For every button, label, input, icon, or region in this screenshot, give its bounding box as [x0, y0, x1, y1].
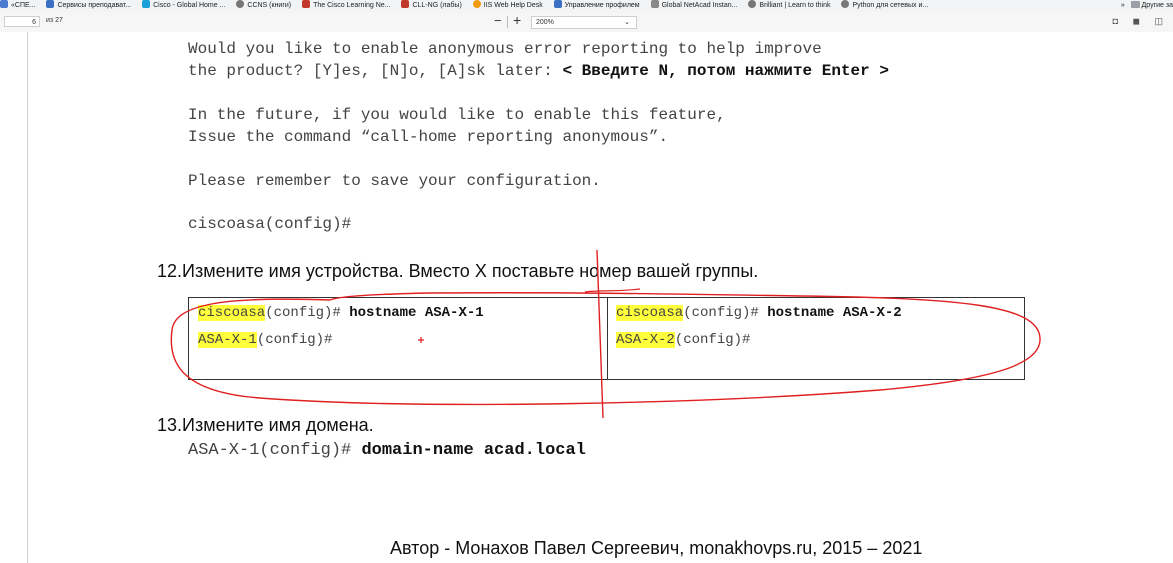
table-divider	[607, 298, 608, 379]
cisco-icon	[650, 0, 659, 8]
code-line: ciscoasa(config)#	[188, 215, 352, 233]
code-line: the product? [Y]es, [N]o, [A]sk later: <…	[188, 62, 889, 80]
author-footer: Автор - Монахов Павел Сергеевич, monakho…	[390, 538, 923, 558]
zoom-select[interactable]: 200% ⌄	[531, 16, 637, 29]
other-bookmarks[interactable]: Другие за	[1142, 2, 1173, 9]
bookmark-item[interactable]: «СПЕ...	[0, 0, 35, 11]
table-cell-line: ASA-X-1(config)#	[198, 332, 333, 348]
pdf-toolbar: 6 из 27 − + 200% ⌄ ◘ ◼ ◫	[0, 12, 1173, 33]
zoom-in-button[interactable]: +	[513, 13, 521, 28]
highlighted-hostname: ciscoasa	[198, 305, 266, 321]
table-cell-line: ciscoasa(config)# hostname ASA-X-2	[616, 305, 902, 321]
highlighted-hostname: ASA-X-1	[198, 332, 257, 348]
highlighted-hostname: ciscoasa	[616, 305, 684, 321]
bookmark-item[interactable]: Brilliant | Learn to think	[748, 0, 831, 11]
page-total: из 27	[46, 17, 63, 24]
bookmark-item[interactable]: The Cisco Learning Ne...	[302, 0, 391, 11]
step-number: 13.	[157, 415, 183, 435]
code-line: Issue the command “call-home reporting a…	[188, 128, 669, 146]
step-text: Измените имя устройства. Вместо X постав…	[182, 261, 759, 281]
command-text: hostname ASA-X-2	[767, 305, 902, 321]
page-edge	[27, 32, 28, 563]
bookmark-item[interactable]: IIS Web Help Desk	[472, 0, 543, 11]
help-icon	[472, 0, 481, 8]
chevron-down-icon: ⌄	[624, 19, 630, 26]
page-icon	[46, 0, 55, 8]
zoom-value: 200%	[536, 19, 554, 26]
bookmarks-bar: «СПЕ... Сервисы преподават... Cisco - Gl…	[0, 0, 1173, 12]
command-text: domain-name acad.local	[361, 441, 586, 460]
globe-icon	[236, 0, 245, 8]
toolbar-actions[interactable]: ◘ ◼ ◫	[1113, 16, 1169, 27]
step-12: 12.Измените имя устройства. Вместо X пос…	[157, 261, 758, 282]
bookmark-item[interactable]: Сервисы преподават...	[46, 0, 131, 11]
bookmark-item[interactable]: Cisco - Global Home ...	[142, 0, 225, 11]
command-table: ciscoasa(config)# hostname ASA-X-1 ASA-X…	[188, 297, 1025, 380]
zoom-divider	[507, 16, 508, 28]
step-13: 13.Измените имя домена.	[157, 415, 374, 436]
globe-icon	[841, 0, 850, 8]
bookmark-item[interactable]: Python для сетевых и...	[841, 0, 928, 11]
zoom-out-button[interactable]: −	[494, 14, 502, 28]
code-line: In the future, if you would like to enab…	[188, 106, 726, 124]
code-line: Would you like to enable anonymous error…	[188, 40, 822, 58]
bookmark-item[interactable]: Global NetAcad Instan...	[650, 0, 737, 11]
page-icon	[0, 0, 8, 8]
domain-command-line: ASA-X-1(config)# domain-name acad.local	[188, 441, 586, 460]
code-line: Please remember to save your configurati…	[188, 172, 601, 190]
bookmarks-overflow[interactable]: » Другие за	[1114, 0, 1173, 11]
bookmark-item[interactable]: CCNS (книги)	[236, 0, 291, 11]
step-number: 12.	[157, 261, 183, 281]
more-bookmarks-icon[interactable]: »	[1121, 2, 1125, 9]
cisco-icon	[302, 0, 311, 8]
folder-icon	[1130, 1, 1140, 8]
highlighted-hostname: ASA-X-2	[616, 332, 675, 348]
table-cell-line: ASA-X-2(config)#	[616, 332, 751, 348]
cisco-icon	[142, 0, 151, 8]
bookmark-item[interactable]: Управление профилем	[553, 0, 640, 11]
table-cell-line: ciscoasa(config)# hostname ASA-X-1	[198, 305, 484, 321]
step-text: Измените имя домена.	[182, 415, 374, 435]
cisco-icon	[401, 0, 410, 8]
code-bold-instruction: < Введите N, потом нажмите Enter >	[562, 62, 889, 80]
command-text: hostname ASA-X-1	[349, 305, 484, 321]
bookmark-item[interactable]: CLL-NG (лабы)	[401, 0, 462, 11]
page-number-input[interactable]: 6	[4, 16, 40, 27]
globe-icon	[748, 0, 757, 8]
page-icon	[553, 0, 562, 8]
